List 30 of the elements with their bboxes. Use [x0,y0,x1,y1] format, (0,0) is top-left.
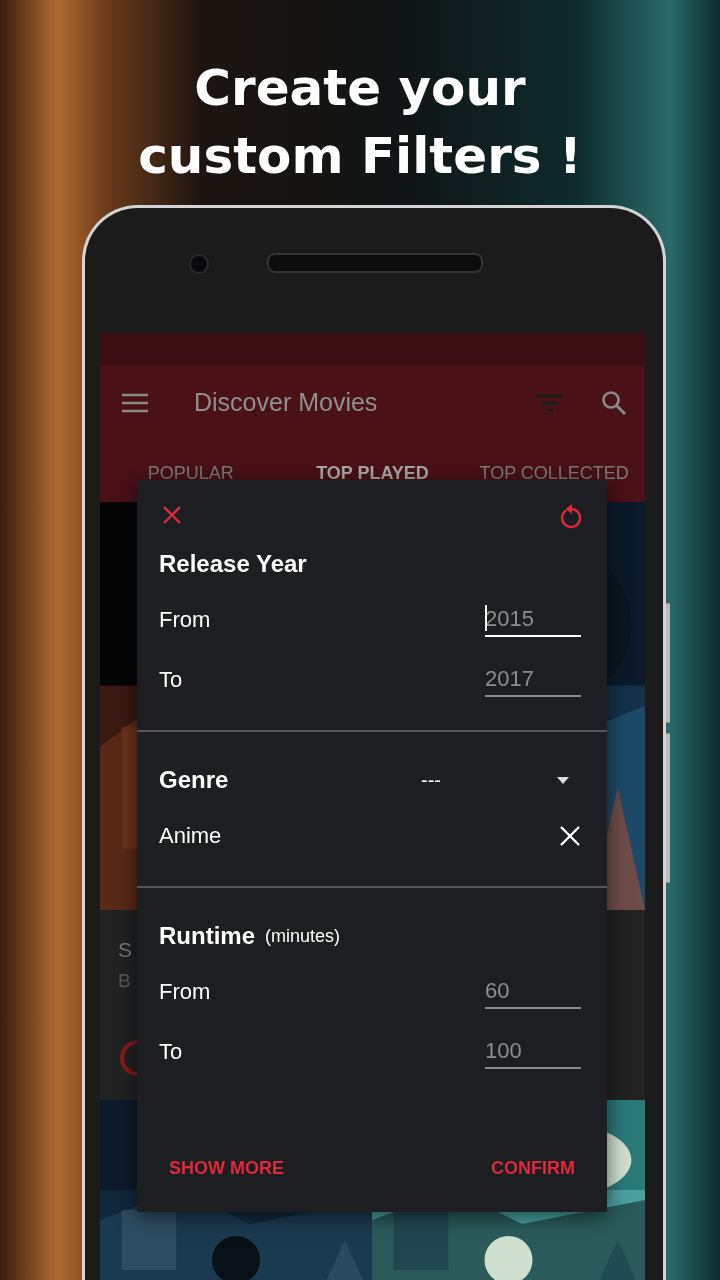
number-field[interactable]: 100 [485,1035,581,1069]
dropdown-arrow-icon [557,776,569,784]
menu-icon[interactable] [122,392,148,413]
section-title: Genre [159,766,229,794]
logo-icon [120,1040,137,1076]
number-field[interactable]: 60 [485,975,581,1009]
tab[interactable]: POPULAR [100,460,282,486]
camera-icon [189,254,209,274]
remove-icon[interactable] [559,825,581,847]
tab[interactable]: TOP COLLECTED [463,460,645,486]
field-label: To [159,1039,183,1065]
reset-icon[interactable] [559,504,583,530]
headline: custom Filters ! [137,126,583,187]
tab[interactable]: TOP PLAYED [281,460,464,486]
headline: Create your [193,58,527,119]
section-title: Release Year [159,550,307,578]
number-field[interactable]: 2017 [485,663,581,697]
field-label: From [159,607,211,633]
section-title: Runtime [159,922,255,950]
field-label: From [159,979,211,1005]
movie-title: S [118,937,132,963]
close-icon[interactable] [161,504,183,526]
genre-dropdown[interactable]: --- [417,763,583,797]
genre-item: Anime [159,823,222,849]
search-icon[interactable] [601,389,627,416]
field-label: To [159,667,183,693]
dialog-button[interactable]: SHOW MORE [167,1142,286,1194]
unit-label: (minutes) [265,925,340,947]
dialog-button[interactable]: CONFIRM [489,1142,577,1194]
app-title: Discover Movies [194,388,379,417]
